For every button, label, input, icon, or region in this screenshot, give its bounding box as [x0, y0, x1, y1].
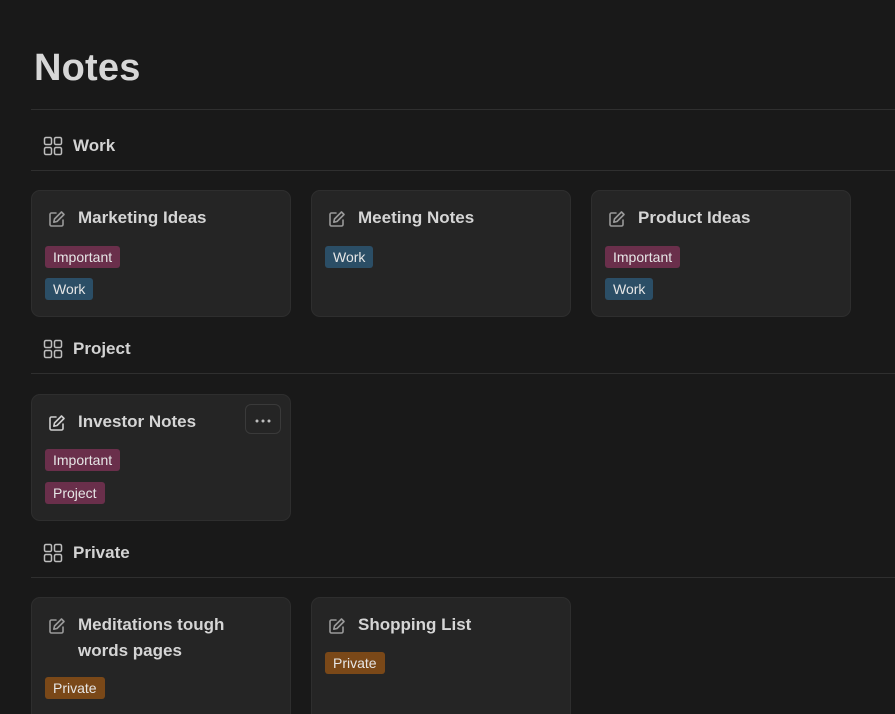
more-horizontal-icon — [255, 410, 271, 428]
tag-important: Important — [605, 246, 681, 268]
edit-note-icon — [47, 616, 67, 636]
divider — [31, 577, 895, 578]
note-card-meeting-notes[interactable]: Meeting Notes Work — [311, 190, 571, 317]
edit-note-icon — [47, 413, 67, 433]
edit-note-icon — [327, 209, 347, 229]
divider — [31, 170, 895, 171]
card-title-row: Meditations tough words pages — [47, 614, 278, 664]
group-label: Private — [73, 543, 130, 562]
tag-private: Private — [325, 652, 385, 674]
card-title: Marketing Ideas — [78, 208, 207, 227]
card-title: Meeting Notes — [358, 208, 475, 227]
notes-page: Notes Work Marketing Ideas Important Wor… — [0, 0, 895, 714]
group-header-work[interactable]: Work — [43, 135, 115, 157]
card-title-row: Marketing Ideas — [47, 207, 278, 231]
note-card-investor-notes[interactable]: Investor Notes Important Project — [31, 394, 291, 521]
card-title: Investor Notes — [78, 412, 197, 431]
note-card-marketing-ideas[interactable]: Marketing Ideas Important Work — [31, 190, 291, 317]
card-title-row: Meeting Notes — [327, 207, 558, 231]
note-card-shopping-list[interactable]: Shopping List Private — [311, 597, 571, 714]
note-card-product-ideas[interactable]: Product Ideas Important Work — [591, 190, 851, 317]
card-title-row: Shopping List — [327, 614, 558, 638]
group-header-private[interactable]: Private — [43, 542, 130, 564]
tag-work: Work — [325, 246, 374, 268]
group-label: Project — [73, 339, 131, 358]
page-title: Notes — [34, 47, 141, 89]
card-title: Product Ideas — [638, 208, 751, 227]
tag-project: Project — [45, 482, 105, 504]
divider — [31, 109, 895, 110]
edit-note-icon — [607, 209, 627, 229]
gallery-view-icon — [43, 339, 63, 359]
card-title: Shopping List — [358, 615, 472, 634]
gallery-view-icon — [43, 136, 63, 156]
note-card-meditations[interactable]: Meditations tough words pages Private — [31, 597, 291, 714]
tag-work: Work — [605, 278, 654, 300]
group-label: Work — [73, 136, 116, 155]
edit-note-icon — [47, 209, 67, 229]
more-actions-button[interactable] — [245, 404, 281, 434]
divider — [31, 373, 895, 374]
card-title: Meditations tough words pages — [78, 615, 225, 660]
tag-important: Important — [45, 246, 121, 268]
gallery-view-icon — [43, 543, 63, 563]
tag-important: Important — [45, 449, 121, 471]
group-header-project[interactable]: Project — [43, 338, 131, 360]
tag-private: Private — [45, 677, 105, 699]
edit-note-icon — [327, 616, 347, 636]
card-title-row: Investor Notes — [47, 411, 278, 435]
tag-work: Work — [45, 278, 94, 300]
card-title-row: Product Ideas — [607, 207, 838, 231]
